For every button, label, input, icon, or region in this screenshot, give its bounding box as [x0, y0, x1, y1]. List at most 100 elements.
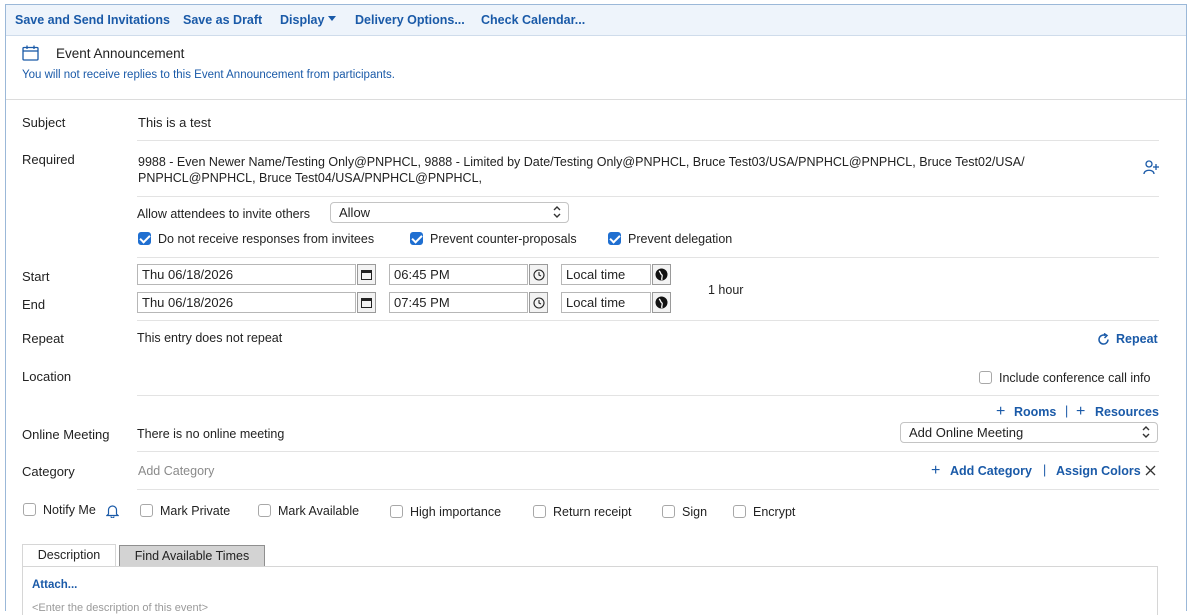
divider — [137, 257, 1159, 258]
start-timezone-button[interactable] — [652, 264, 671, 285]
sign-checkbox[interactable] — [662, 505, 675, 518]
end-timezone-field[interactable]: Local time — [561, 292, 651, 313]
clock-icon — [532, 268, 545, 281]
mark-private-checkbox[interactable] — [140, 504, 153, 517]
description-panel: Attach... <Enter the description of this… — [22, 566, 1158, 615]
prevent-counter-checkbox[interactable] — [410, 232, 423, 245]
tab-find-available-times[interactable]: Find Available Times — [119, 545, 265, 566]
start-time-picker-button[interactable] — [529, 264, 548, 285]
mark-private-label: Mark Private — [160, 504, 231, 518]
invite-others-select[interactable]: Allow — [330, 202, 569, 223]
chevron-down-icon — [328, 16, 337, 21]
globe-icon — [655, 296, 668, 309]
add-category-link[interactable]: Add Category — [950, 464, 1032, 478]
display-label: Display — [280, 13, 325, 27]
conference-call-label: Include conference call info — [999, 371, 1151, 385]
notify-me-checkbox[interactable] — [23, 503, 36, 516]
no-responses-checkbox[interactable] — [138, 232, 151, 245]
prevent-counter-label: Prevent counter-proposals — [430, 232, 577, 246]
duration-text: 1 hour — [708, 283, 744, 297]
invite-others-label: Allow attendees to invite others — [137, 207, 311, 221]
resources-link[interactable]: Resources — [1095, 405, 1159, 419]
replies-notice: You will not receive replies to this Eve… — [22, 69, 395, 81]
description-input[interactable]: <Enter the description of this event> — [32, 602, 208, 614]
category-label: Category — [22, 464, 75, 479]
assign-colors-link[interactable]: Assign Colors — [1056, 464, 1141, 478]
plus-icon: + — [931, 462, 941, 479]
form-header: Event Announcement You will not receive … — [6, 36, 1186, 100]
start-date-picker-button[interactable] — [357, 264, 376, 285]
divider — [137, 451, 1159, 452]
plus-icon: + — [1076, 403, 1086, 420]
required-line-2: PNPHCL@PNPHCL, Bruce Test04/USA/PNPHCL@P… — [138, 171, 483, 185]
start-label: Start — [22, 269, 50, 284]
plus-icon: + — [996, 403, 1006, 420]
clock-icon — [532, 296, 545, 309]
delivery-options-button[interactable]: Delivery Options... — [355, 13, 465, 27]
mark-available-label: Mark Available — [278, 504, 360, 518]
start-date-input[interactable]: Thu 06/18/2026 — [137, 264, 356, 285]
check-calendar-button[interactable]: Check Calendar... — [481, 13, 585, 27]
repeat-label: Repeat — [22, 331, 64, 346]
start-time-input[interactable]: 06:45 PM — [389, 264, 528, 285]
return-receipt-checkbox[interactable] — [533, 505, 546, 518]
page-title: Event Announcement — [56, 46, 185, 61]
add-person-icon[interactable] — [1143, 159, 1159, 175]
end-date-picker-button[interactable] — [357, 292, 376, 313]
required-attendees-field[interactable]: 9988 - Even Newer Name/Testing Only@PNPH… — [138, 154, 1025, 186]
return-receipt-label: Return receipt — [553, 505, 632, 519]
repeat-status: This entry does not repeat — [137, 331, 283, 345]
bell-icon[interactable] — [106, 504, 119, 518]
end-label: End — [22, 297, 46, 312]
high-importance-checkbox[interactable] — [390, 505, 403, 518]
high-importance-label: High importance — [410, 505, 502, 519]
conference-call-checkbox[interactable] — [979, 371, 992, 384]
rooms-link[interactable]: Rooms — [1014, 405, 1056, 419]
prevent-delegation-checkbox[interactable] — [608, 232, 621, 245]
repeat-link[interactable]: Repeat — [1116, 332, 1158, 346]
end-time-picker-button[interactable] — [529, 292, 548, 313]
globe-icon — [655, 268, 668, 281]
category-input[interactable]: Add Category — [138, 464, 214, 478]
divider — [137, 196, 1159, 197]
encrypt-label: Encrypt — [753, 505, 796, 519]
calendar-icon — [22, 45, 39, 61]
divider — [137, 140, 1159, 141]
calendar-icon — [361, 270, 372, 280]
subject-field[interactable]: This is a test — [138, 115, 211, 130]
sign-label: Sign — [682, 505, 708, 519]
display-menu-button[interactable]: Display — [280, 13, 337, 27]
divider — [137, 320, 1159, 321]
tab-description[interactable]: Description — [22, 544, 116, 566]
required-label: Required — [22, 152, 75, 167]
subject-label: Subject — [22, 115, 66, 130]
divider — [137, 395, 1159, 396]
end-time-input[interactable]: 07:45 PM — [389, 292, 528, 313]
toolbar: Save and Send Invitations Save as Draft … — [6, 5, 1186, 36]
select-arrows-icon — [553, 206, 561, 218]
mark-available-checkbox[interactable] — [258, 504, 271, 517]
invite-others-value: Allow — [339, 205, 371, 220]
start-timezone-field[interactable]: Local time — [561, 264, 651, 285]
select-arrows-icon — [1142, 426, 1150, 438]
no-responses-label: Do not receive responses from invitees — [158, 232, 375, 246]
calendar-icon — [361, 298, 372, 308]
location-label: Location — [22, 369, 72, 384]
encrypt-checkbox[interactable] — [733, 505, 746, 518]
divider — [137, 489, 1159, 490]
close-icon[interactable] — [1145, 465, 1156, 476]
save-as-draft-button[interactable]: Save as Draft — [183, 13, 262, 27]
online-meeting-status: There is no online meeting — [137, 427, 285, 441]
repeat-icon[interactable] — [1097, 333, 1110, 346]
notify-me-label: Notify Me — [43, 503, 96, 517]
prevent-delegation-label: Prevent delegation — [628, 232, 733, 246]
save-and-send-button[interactable]: Save and Send Invitations — [15, 13, 170, 27]
link-divider: | — [1043, 463, 1047, 477]
attach-link[interactable]: Attach... — [32, 579, 77, 591]
end-timezone-button[interactable] — [652, 292, 671, 313]
end-date-input[interactable]: Thu 06/18/2026 — [137, 292, 356, 313]
required-line-1: 9988 - Even Newer Name/Testing Only@PNPH… — [138, 155, 1025, 169]
link-divider: | — [1065, 404, 1069, 418]
add-online-meeting-value: Add Online Meeting — [909, 425, 1024, 440]
add-online-meeting-select[interactable]: Add Online Meeting — [900, 422, 1158, 443]
